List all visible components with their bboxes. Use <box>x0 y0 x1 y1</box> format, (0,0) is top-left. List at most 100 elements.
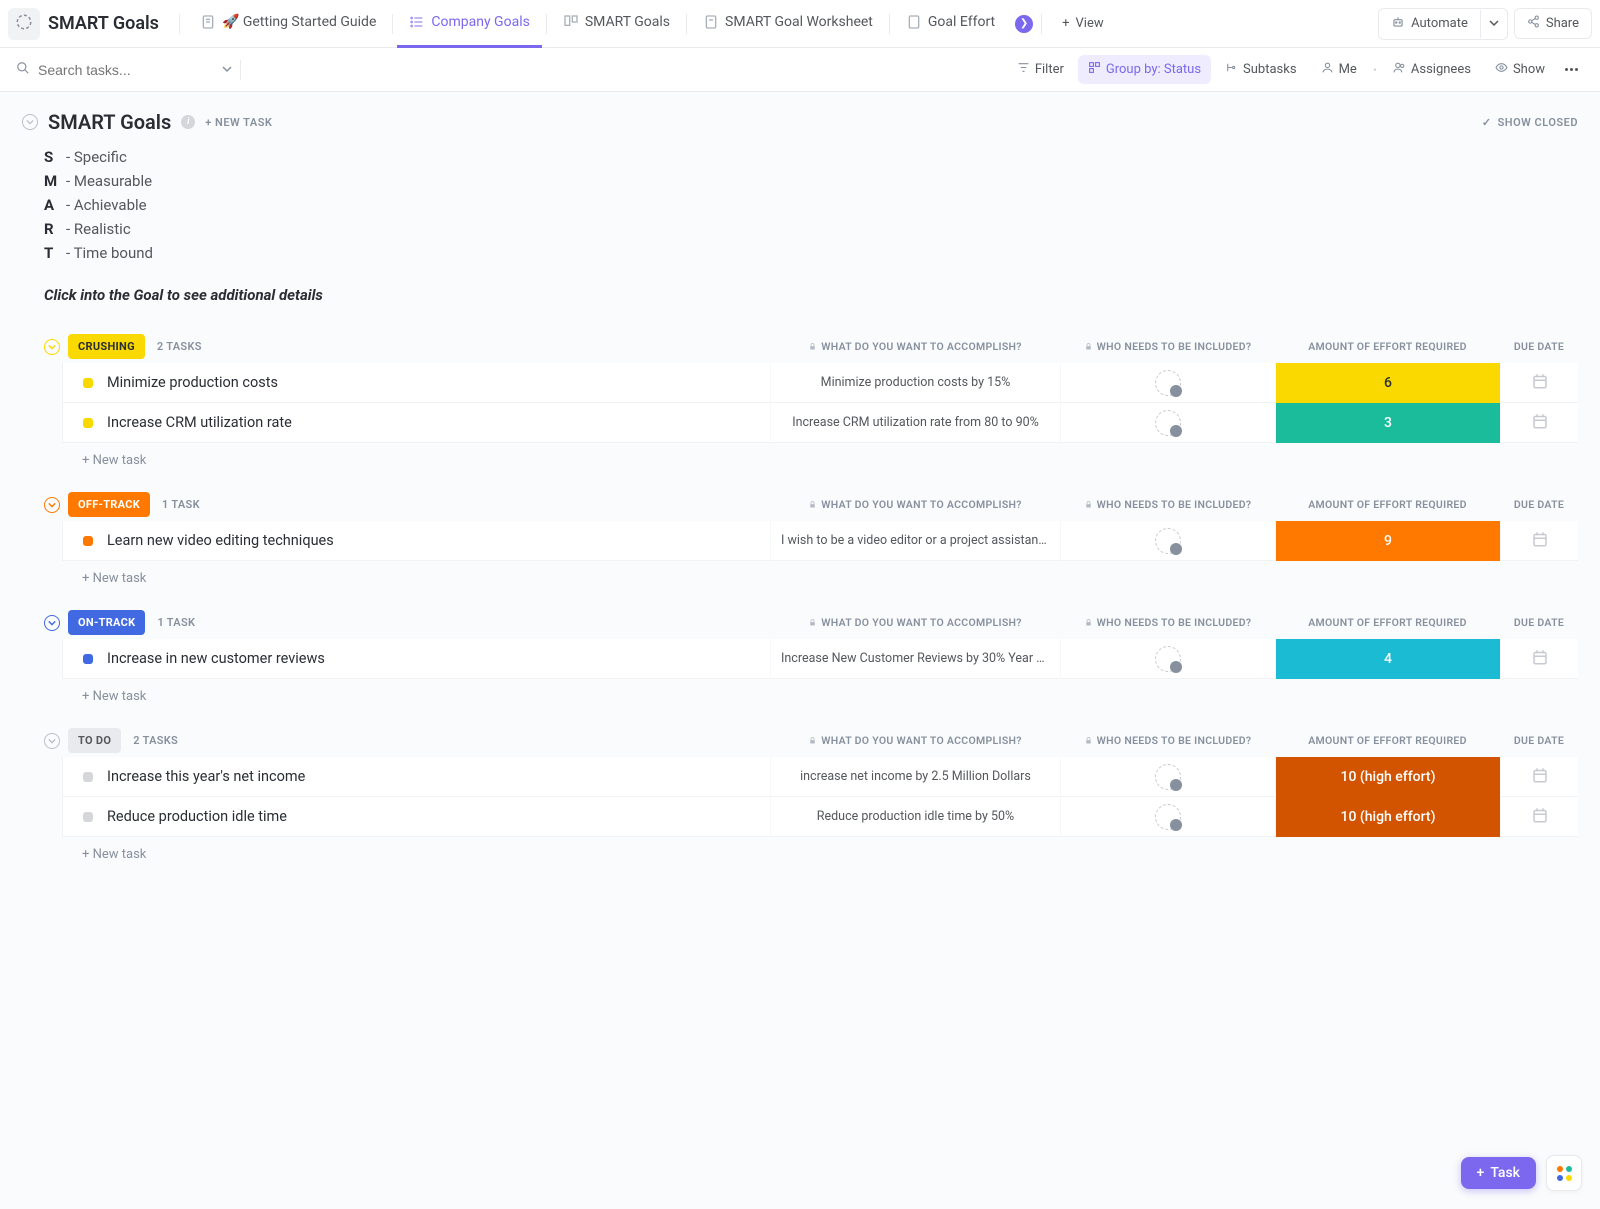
cell-accomplish[interactable]: Reduce production idle time by 50% <box>770 797 1060 837</box>
filter-button[interactable]: Filter <box>1007 55 1074 84</box>
assignee-placeholder-icon[interactable] <box>1155 646 1181 672</box>
share-button[interactable]: Share <box>1514 8 1592 39</box>
cell-due[interactable] <box>1500 797 1578 837</box>
col-due[interactable]: DUE DATE <box>1500 616 1578 629</box>
col-accomplish[interactable]: WHAT DO YOU WANT TO ACCOMPLISH? <box>770 734 1060 747</box>
task-name[interactable]: Learn new video editing techniques <box>107 532 770 549</box>
col-due[interactable]: DUE DATE <box>1500 340 1578 353</box>
tab--getting-started-guide[interactable]: 🚀 Getting Started Guide <box>188 0 388 48</box>
status-pill[interactable]: TO DO <box>68 728 121 753</box>
status-pill[interactable]: ON-TRACK <box>68 610 145 635</box>
add-view-button[interactable]: +View <box>1050 10 1116 37</box>
add-task-button[interactable]: + New task <box>22 837 1578 862</box>
group-toggle-button[interactable] <box>44 733 60 749</box>
col-accomplish[interactable]: WHAT DO YOU WANT TO ACCOMPLISH? <box>770 340 1060 353</box>
cell-effort[interactable]: 3 <box>1275 403 1500 443</box>
col-who[interactable]: WHO NEEDS TO BE INCLUDED? <box>1060 498 1275 511</box>
cell-who[interactable] <box>1060 403 1275 443</box>
task-row[interactable]: Increase in new customer reviewsIncrease… <box>62 639 1578 679</box>
col-due[interactable]: DUE DATE <box>1500 498 1578 511</box>
cell-who[interactable] <box>1060 363 1275 403</box>
col-who[interactable]: WHO NEEDS TO BE INCLUDED? <box>1060 734 1275 747</box>
cell-accomplish[interactable]: Increase New Customer Reviews by 30% Yea… <box>770 639 1060 679</box>
group-toggle-button[interactable] <box>44 497 60 513</box>
task-status-icon[interactable] <box>83 536 93 546</box>
new-task-fab[interactable]: +Task <box>1461 1157 1536 1189</box>
collapse-list-button[interactable] <box>22 114 38 130</box>
task-name[interactable]: Increase CRM utilization rate <box>107 414 770 431</box>
cell-who[interactable] <box>1060 639 1275 679</box>
cell-who[interactable] <box>1060 521 1275 561</box>
group-toggle-button[interactable] <box>44 339 60 355</box>
apps-fab[interactable] <box>1546 1155 1582 1191</box>
task-status-icon[interactable] <box>83 812 93 822</box>
group-by-button[interactable]: Group by: Status <box>1078 55 1211 84</box>
cell-due[interactable] <box>1500 521 1578 561</box>
cell-effort[interactable]: 10 (high effort) <box>1275 797 1500 837</box>
cell-due[interactable] <box>1500 639 1578 679</box>
info-icon[interactable]: i <box>181 115 195 129</box>
automate-button[interactable]: Automate <box>1379 9 1480 39</box>
tab-smart-goals[interactable]: SMART Goals <box>551 0 682 48</box>
cell-accomplish[interactable]: increase net income by 2.5 Million Dolla… <box>770 757 1060 797</box>
task-name[interactable]: Increase in new customer reviews <box>107 650 770 667</box>
show-button[interactable]: Show <box>1485 55 1555 84</box>
task-name[interactable]: Minimize production costs <box>107 374 770 391</box>
add-task-button[interactable]: + New task <box>22 443 1578 468</box>
assignees-button[interactable]: Assignees <box>1383 55 1481 84</box>
cell-due[interactable] <box>1500 757 1578 797</box>
expand-tabs-button[interactable]: ❯ <box>1015 15 1033 33</box>
new-task-link[interactable]: + NEW TASK <box>205 116 272 129</box>
task-row[interactable]: Increase CRM utilization rateIncrease CR… <box>62 403 1578 443</box>
col-effort[interactable]: AMOUNT OF EFFORT REQUIRED <box>1275 340 1500 353</box>
col-who[interactable]: WHO NEEDS TO BE INCLUDED? <box>1060 616 1275 629</box>
cell-due[interactable] <box>1500 403 1578 443</box>
status-pill[interactable]: OFF-TRACK <box>68 492 150 517</box>
task-row[interactable]: Learn new video editing techniquesI wish… <box>62 521 1578 561</box>
task-row[interactable]: Increase this year's net incomeincrease … <box>62 757 1578 797</box>
cell-accomplish[interactable]: Increase CRM utilization rate from 80 to… <box>770 403 1060 443</box>
cell-effort[interactable]: 4 <box>1275 639 1500 679</box>
assignee-placeholder-icon[interactable] <box>1155 410 1181 436</box>
cell-effort[interactable]: 10 (high effort) <box>1275 757 1500 797</box>
search-input[interactable] <box>38 62 178 78</box>
assignee-placeholder-icon[interactable] <box>1155 528 1181 554</box>
status-pill[interactable]: CRUSHING <box>68 334 145 359</box>
task-status-icon[interactable] <box>83 418 93 428</box>
col-accomplish[interactable]: WHAT DO YOU WANT TO ACCOMPLISH? <box>770 498 1060 511</box>
cell-effort[interactable]: 9 <box>1275 521 1500 561</box>
me-button[interactable]: Me <box>1311 55 1367 84</box>
col-who[interactable]: WHO NEEDS TO BE INCLUDED? <box>1060 340 1275 353</box>
add-task-button[interactable]: + New task <box>22 679 1578 704</box>
subtasks-button[interactable]: Subtasks <box>1215 55 1307 84</box>
col-effort[interactable]: AMOUNT OF EFFORT REQUIRED <box>1275 734 1500 747</box>
task-status-icon[interactable] <box>83 378 93 388</box>
more-button[interactable] <box>1559 62 1584 77</box>
cell-accomplish[interactable]: Minimize production costs by 15% <box>770 363 1060 403</box>
assignee-placeholder-icon[interactable] <box>1155 764 1181 790</box>
show-closed-button[interactable]: ✓SHOW CLOSED <box>1482 116 1578 129</box>
tab-smart-goal-worksheet[interactable]: SMART Goal Worksheet <box>691 0 885 48</box>
task-status-icon[interactable] <box>83 772 93 782</box>
cell-due[interactable] <box>1500 363 1578 403</box>
add-task-button[interactable]: + New task <box>22 561 1578 586</box>
assignee-placeholder-icon[interactable] <box>1155 804 1181 830</box>
task-name[interactable]: Reduce production idle time <box>107 808 770 825</box>
cell-effort[interactable]: 6 <box>1275 363 1500 403</box>
assignee-placeholder-icon[interactable] <box>1155 370 1181 396</box>
task-row[interactable]: Minimize production costsMinimize produc… <box>62 363 1578 403</box>
task-row[interactable]: Reduce production idle timeReduce produc… <box>62 797 1578 837</box>
tab-goal-effort[interactable]: Goal Effort <box>894 0 1007 48</box>
cell-who[interactable] <box>1060 797 1275 837</box>
task-status-icon[interactable] <box>83 654 93 664</box>
col-due[interactable]: DUE DATE <box>1500 734 1578 747</box>
cell-accomplish[interactable]: I wish to be a video editor or a project… <box>770 521 1060 561</box>
search-dropdown-button[interactable] <box>218 58 236 82</box>
task-name[interactable]: Increase this year's net income <box>107 768 770 785</box>
col-accomplish[interactable]: WHAT DO YOU WANT TO ACCOMPLISH? <box>770 616 1060 629</box>
cell-who[interactable] <box>1060 757 1275 797</box>
tab-company-goals[interactable]: Company Goals <box>397 0 541 48</box>
col-effort[interactable]: AMOUNT OF EFFORT REQUIRED <box>1275 616 1500 629</box>
group-toggle-button[interactable] <box>44 615 60 631</box>
automate-dropdown-button[interactable] <box>1480 10 1507 38</box>
